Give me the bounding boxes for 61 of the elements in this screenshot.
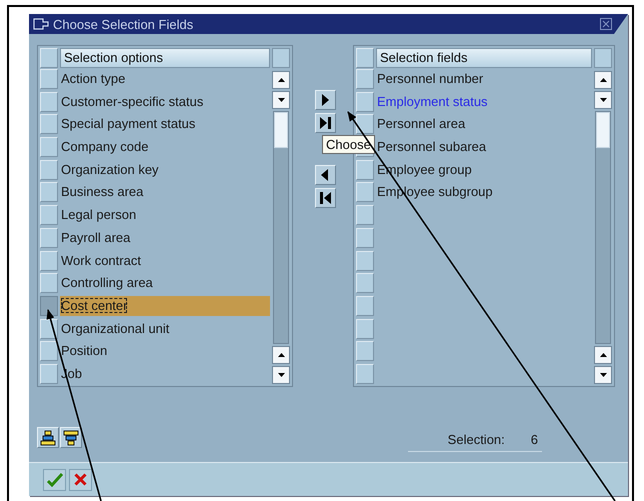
list-item[interactable]: Employment status <box>377 94 488 109</box>
checkmark-icon <box>46 472 62 486</box>
window-title: Choose Selection Fields <box>53 16 194 32</box>
up-triangle-icon <box>600 352 606 357</box>
left-triangle-bar-icon <box>320 192 330 204</box>
list-item[interactable]: Work contract <box>61 252 141 268</box>
select-all-button[interactable] <box>356 48 374 68</box>
stacked-bars-icon <box>40 430 56 446</box>
scroll-up-button[interactable] <box>594 71 612 89</box>
scroll-up-button[interactable] <box>594 346 612 364</box>
close-icon[interactable] <box>600 18 612 30</box>
row-selector[interactable] <box>40 296 58 316</box>
list-item[interactable]: Business area <box>61 184 144 200</box>
right-triangle-bar-icon <box>320 117 330 129</box>
scroll-down-button[interactable] <box>594 366 612 384</box>
down-triangle-icon <box>600 98 606 102</box>
sort-button[interactable] <box>60 427 82 448</box>
list-item[interactable]: Position <box>61 343 108 358</box>
down-triangle-icon <box>278 372 284 377</box>
list-item[interactable]: Personnel area <box>377 116 466 132</box>
scroll-down-button[interactable] <box>272 366 290 384</box>
move-all-right-button[interactable] <box>314 113 336 133</box>
scroll-down-button[interactable] <box>272 91 290 109</box>
list-item[interactable]: Organizational unit <box>61 320 170 336</box>
move-left-button[interactable] <box>314 165 336 185</box>
scroll-up-button[interactable] <box>272 71 290 89</box>
column-header: Selection options <box>60 48 270 68</box>
list-item[interactable]: Customer-specific status <box>61 94 204 109</box>
list-item[interactable]: Special payment status <box>61 116 196 132</box>
up-triangle-icon <box>600 78 606 82</box>
down-triangle-icon <box>600 372 606 377</box>
sort-button[interactable] <box>37 427 59 448</box>
scrollbar-thumb[interactable] <box>274 112 288 148</box>
selection-count: 6 <box>530 432 538 447</box>
right-triangle-icon <box>321 94 329 106</box>
move-all-left-button[interactable] <box>314 188 336 208</box>
scroll-down-button[interactable] <box>594 91 612 109</box>
left-triangle-icon <box>321 169 329 181</box>
move-right-button[interactable] <box>314 90 336 110</box>
stacked-bars-icon <box>63 430 79 446</box>
selection-label: Selection: <box>448 432 505 447</box>
scrollbar-thumb[interactable] <box>596 112 610 148</box>
column-header: Selection fields <box>376 48 592 68</box>
tooltip: Choose <box>322 135 375 154</box>
select-all-button[interactable] <box>40 48 58 68</box>
list-item[interactable]: Personnel number <box>377 71 484 86</box>
list-item[interactable]: Controlling area <box>61 275 153 290</box>
list-item[interactable]: Organization key <box>61 162 159 177</box>
scroll-up-button[interactable] <box>272 346 290 364</box>
list-item[interactable]: Payroll area <box>61 230 130 245</box>
up-triangle-icon <box>278 352 284 357</box>
down-triangle-icon <box>278 98 284 102</box>
cancel-button[interactable] <box>69 468 92 490</box>
list-item[interactable]: Action type <box>61 71 126 86</box>
window-icon <box>33 18 49 30</box>
confirm-button[interactable] <box>43 468 66 490</box>
up-triangle-icon <box>278 78 284 82</box>
cross-icon <box>74 473 87 486</box>
list-item[interactable]: Legal person <box>61 207 136 222</box>
list-item[interactable]: Personnel subarea <box>377 139 486 154</box>
list-item[interactable]: Company code <box>61 139 148 154</box>
